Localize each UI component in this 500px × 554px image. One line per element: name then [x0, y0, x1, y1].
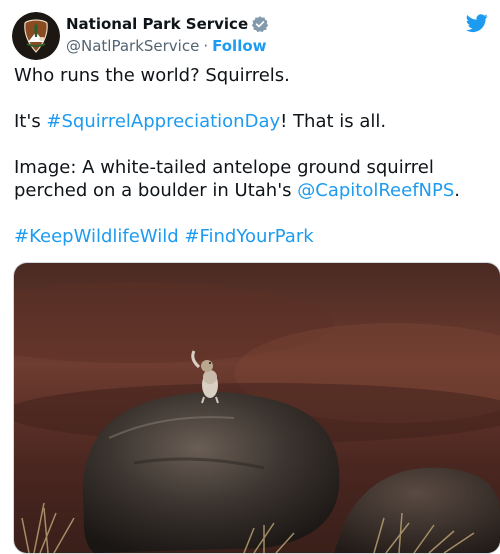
- verified-badge-icon: [251, 15, 269, 33]
- squirrel-on-boulder-photo: [14, 263, 500, 553]
- tweet-text-segment: ! That is all.: [280, 111, 387, 132]
- follow-button[interactable]: Follow: [212, 37, 266, 55]
- tweet-text-segment: It's: [14, 111, 47, 132]
- separator: ·: [203, 37, 209, 55]
- display-name[interactable]: National Park Service: [66, 15, 248, 33]
- handle[interactable]: @NatlParkService: [66, 37, 199, 55]
- tweet-line-4: #KeepWildlifeWild #FindYourPark: [14, 225, 488, 248]
- avatar[interactable]: [12, 12, 60, 60]
- twitter-bird-icon[interactable]: [465, 12, 488, 34]
- account-info: National Park Service @NatlParkService ·…: [66, 14, 269, 56]
- tweet-line-1: Who runs the world? Squirrels.: [14, 65, 290, 86]
- tweet-line-2: It's #SquirrelAppreciationDay! That is a…: [14, 110, 488, 133]
- nps-arrowhead-logo-icon: [12, 12, 60, 60]
- tweet-photo[interactable]: [13, 262, 500, 554]
- hashtag-squirrel-appreciation-day[interactable]: #SquirrelAppreciationDay: [46, 111, 280, 132]
- mention-capitol-reef-nps[interactable]: @CapitolReefNPS: [297, 180, 454, 201]
- tweet-header: National Park Service @NatlParkService ·…: [12, 12, 488, 60]
- tweet-text: Who runs the world? Squirrels. It's #Squ…: [14, 64, 488, 248]
- hashtag-find-your-park[interactable]: #FindYourPark: [184, 226, 313, 247]
- tweet-text-segment: .: [454, 180, 461, 201]
- tweet-line-3: Image: A white-tailed antelope ground sq…: [14, 156, 488, 202]
- hashtag-keep-wildlife-wild[interactable]: #KeepWildlifeWild: [14, 226, 179, 247]
